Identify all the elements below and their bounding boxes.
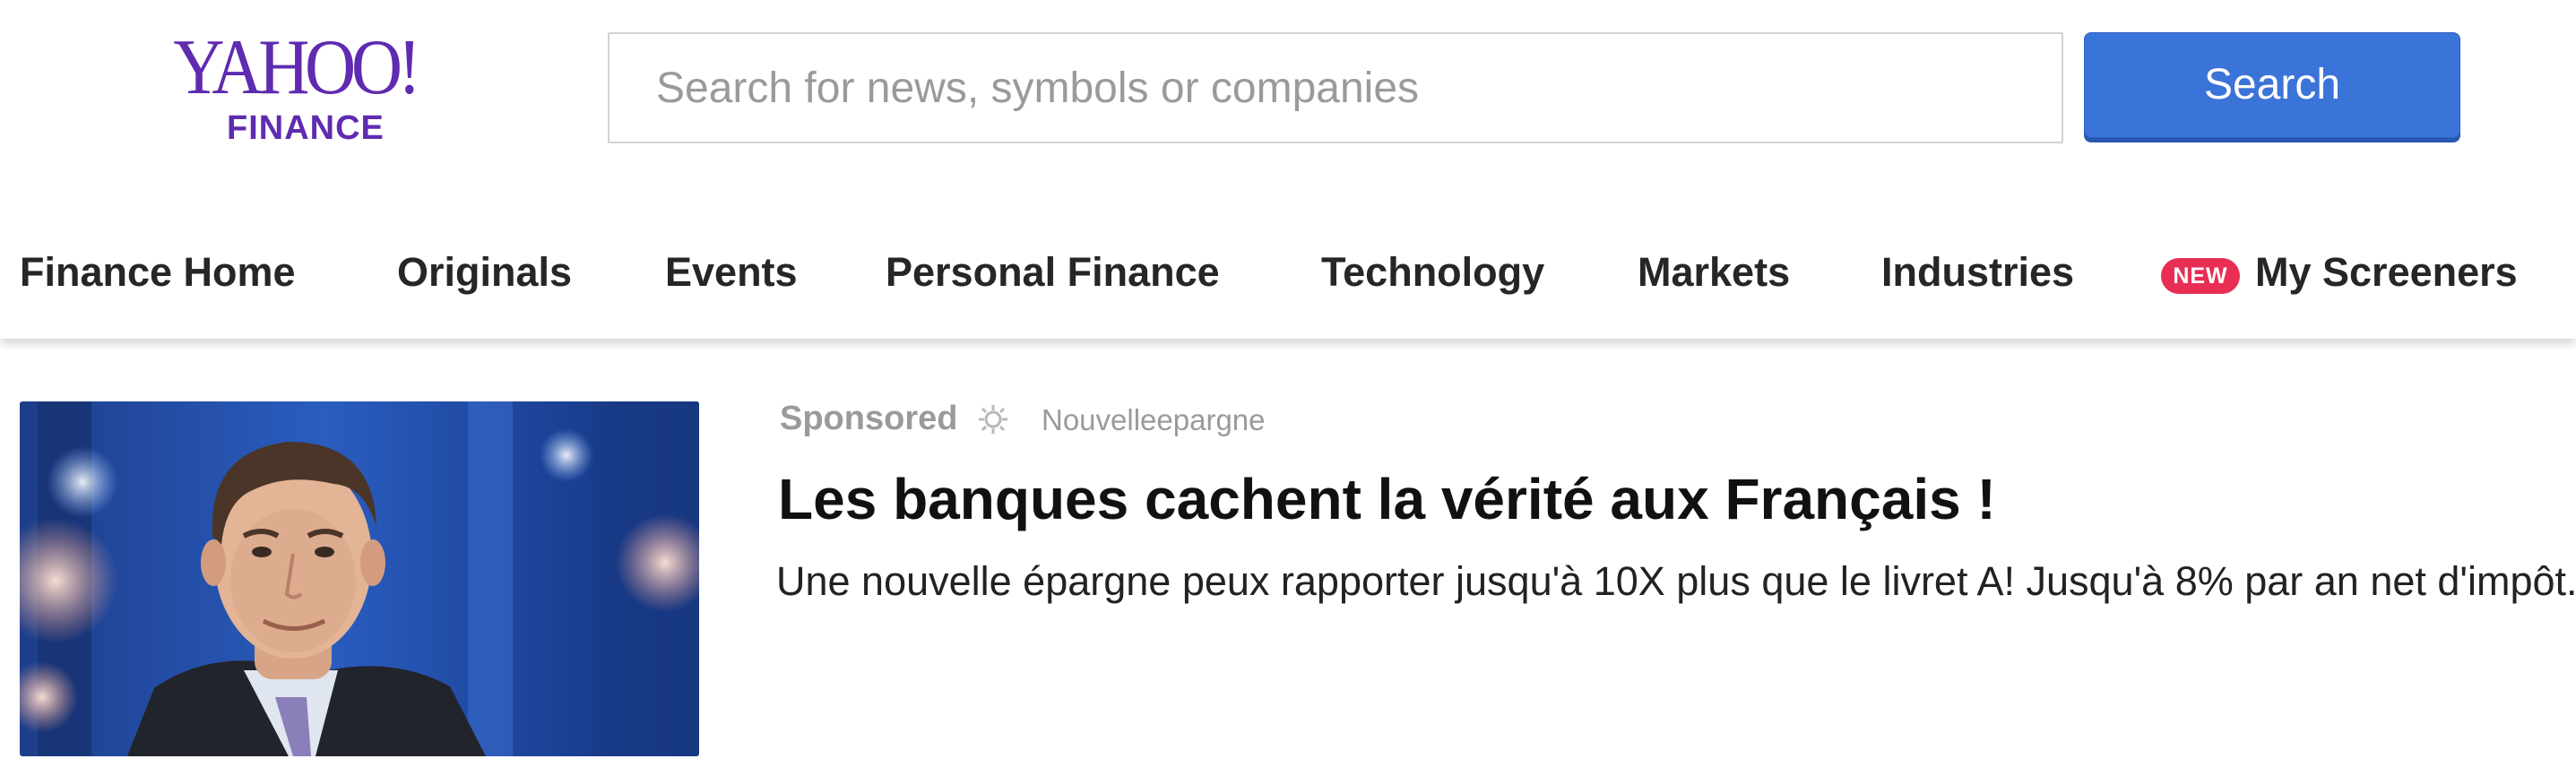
main-nav: Finance Home Originals Events Personal F… (0, 237, 2576, 308)
nav-item-my-screeners[interactable]: My Screeners (2255, 237, 2518, 308)
logo-wordmark: YAHOO! (173, 24, 421, 111)
nav-item-industries[interactable]: Industries (1881, 237, 2074, 308)
ad-thumbnail-image[interactable] (20, 401, 699, 756)
search-input[interactable] (608, 32, 2063, 143)
ad-description: Une nouvelle épargne peux rapporter jusq… (776, 558, 2576, 604)
nav-item-finance-home[interactable]: Finance Home (20, 237, 296, 308)
search-button[interactable]: Search (2084, 32, 2460, 138)
advertiser-name[interactable]: Nouvelleepargne (1042, 400, 1266, 441)
nav-item-personal-finance[interactable]: Personal Finance (886, 237, 1220, 308)
adchoices-icon[interactable] (977, 403, 1009, 435)
news-anchor-portrait-image (20, 401, 699, 756)
nav-item-originals[interactable]: Originals (397, 237, 572, 308)
header: YAHOO! FINANCE Search Finance Home Origi… (0, 0, 2576, 339)
yahoo-finance-logo[interactable]: YAHOO! FINANCE (166, 24, 471, 148)
logo-subtitle: FINANCE (227, 109, 385, 147)
nav-item-technology[interactable]: Technology (1321, 237, 1544, 308)
new-badge: NEW (2161, 258, 2240, 294)
nav-item-markets[interactable]: Markets (1638, 237, 1790, 308)
ad-headline-link[interactable]: Les banques cachent la vérité aux França… (778, 461, 1996, 537)
nav-item-events[interactable]: Events (665, 237, 798, 308)
sponsored-label: Sponsored (780, 400, 958, 437)
